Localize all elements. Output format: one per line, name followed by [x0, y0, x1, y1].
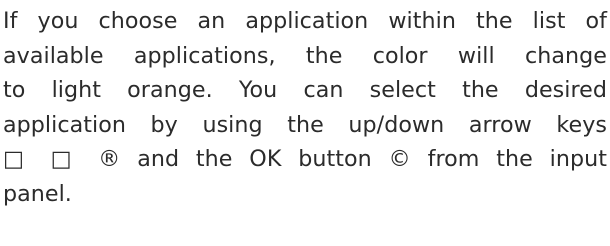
paragraph-line-3: to light orange. You can select the desi… — [3, 77, 607, 104]
paragraph-line-4: application by using the up/down arrow k… — [3, 111, 607, 138]
paragraph-line-5: □ □ ® and the OK button © from the input — [3, 146, 607, 173]
paragraph-line-1: If you choose an application within the … — [3, 8, 607, 34]
paragraph-line-6: panel. — [3, 180, 72, 207]
instruction-paragraph: If you choose an application within the … — [3, 4, 607, 212]
paragraph-line-2: available applications, the color will c… — [3, 42, 607, 69]
instruction-document: If you choose an application within the … — [3, 4, 607, 212]
